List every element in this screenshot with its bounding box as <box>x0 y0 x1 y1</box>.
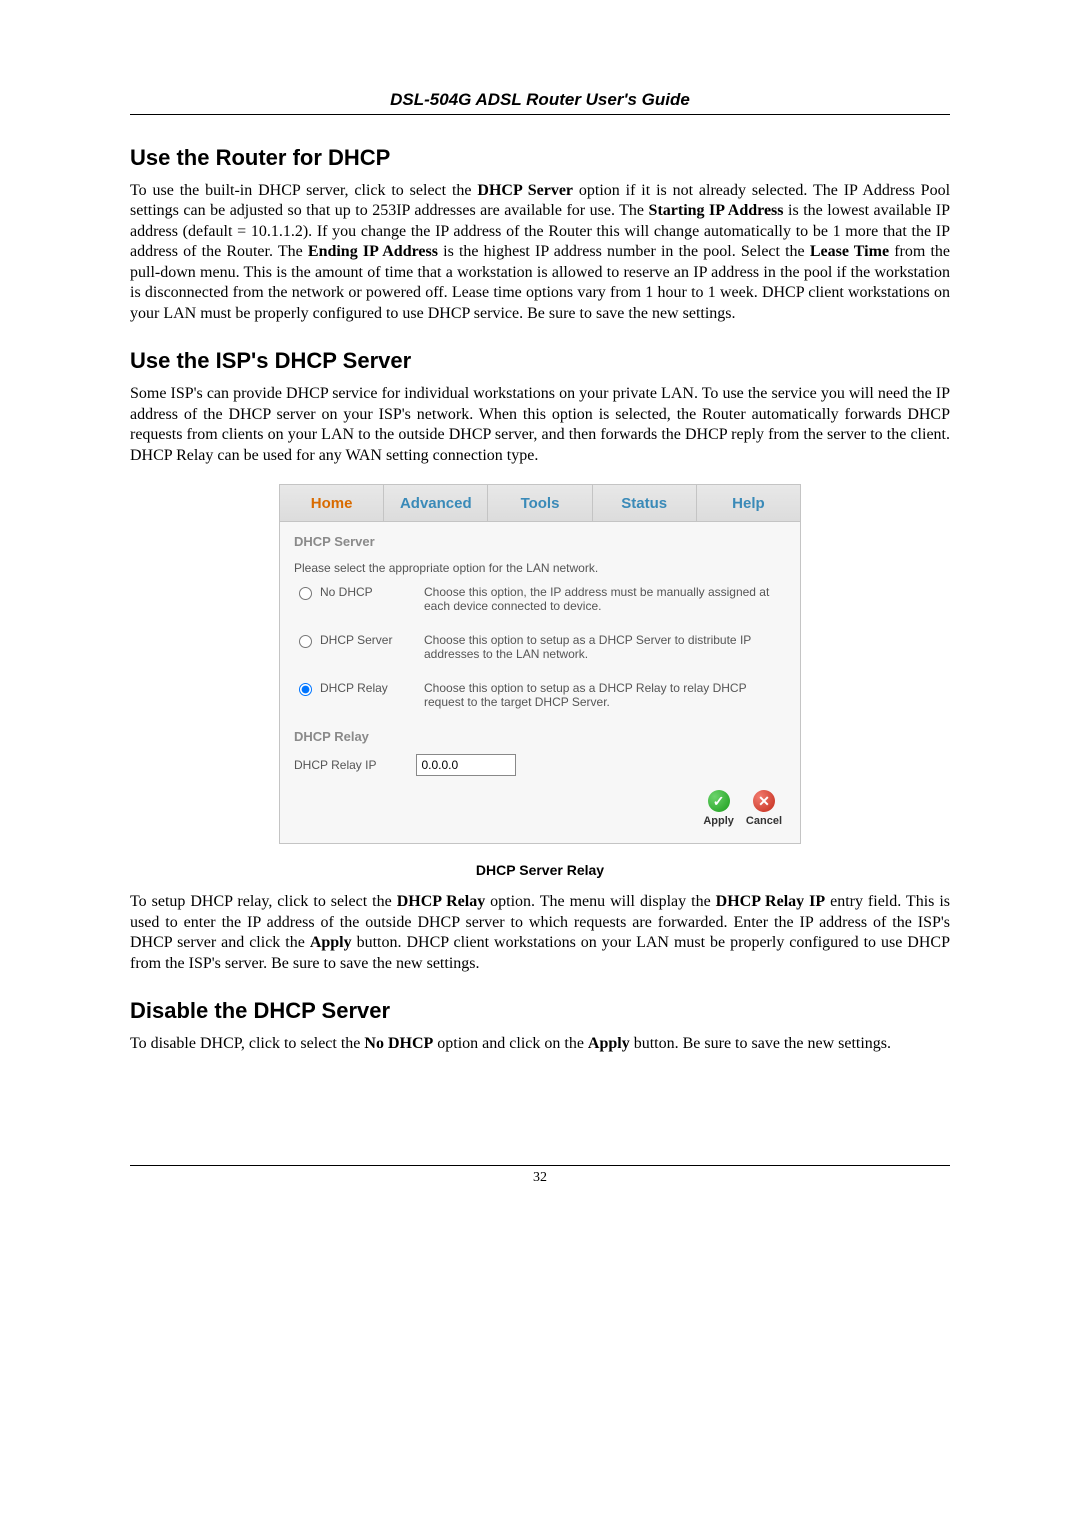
relay-section-heading: DHCP Relay <box>294 729 786 744</box>
paragraph-section4: To disable DHCP, click to select the No … <box>130 1034 950 1054</box>
label-dhcp-relay: DHCP Relay <box>320 681 388 695</box>
heading-use-isp-dhcp: Use the ISP's DHCP Server <box>130 348 950 374</box>
router-panel: Home Advanced Tools Status Help DHCP Ser… <box>279 484 801 844</box>
relay-ip-label: DHCP Relay IP <box>294 758 376 772</box>
bold-apply2: Apply <box>588 1035 630 1052</box>
radio-no-dhcp[interactable] <box>299 587 312 600</box>
cancel-button[interactable]: ✕ Cancel <box>746 790 782 827</box>
text: button. Be sure to save the new settings… <box>630 1035 891 1052</box>
panel-tabs: Home Advanced Tools Status Help <box>280 485 800 522</box>
label-no-dhcp: No DHCP <box>320 585 373 599</box>
panel-title: DHCP Server <box>294 534 786 549</box>
bold-lease-time: Lease Time <box>810 243 889 260</box>
figure-caption: DHCP Server Relay <box>130 862 950 878</box>
apply-label: Apply <box>703 815 734 827</box>
tab-advanced[interactable]: Advanced <box>384 485 488 521</box>
apply-button[interactable]: ✓ Apply <box>703 790 734 827</box>
panel-instruction: Please select the appropriate option for… <box>294 561 786 575</box>
tab-help[interactable]: Help <box>697 485 800 521</box>
relay-ip-row: DHCP Relay IP <box>294 754 786 776</box>
label-dhcp-server: DHCP Server <box>320 633 392 647</box>
page-header-title: DSL-504G ADSL Router User's Guide <box>130 90 950 110</box>
bold-no-dhcp: No DHCP <box>364 1035 433 1052</box>
paragraph-section2: Some ISP's can provide DHCP service for … <box>130 384 950 466</box>
bold-dhcp-server: DHCP Server <box>477 182 573 199</box>
desc-dhcp-relay: Choose this option to setup as a DHCP Re… <box>424 681 786 709</box>
heading-use-router-dhcp: Use the Router for DHCP <box>130 145 950 171</box>
desc-dhcp-server: Choose this option to setup as a DHCP Se… <box>424 633 786 661</box>
close-icon: ✕ <box>753 790 775 812</box>
panel-body: DHCP Server Please select the appropriat… <box>280 522 800 843</box>
bold-starting-ip: Starting IP Address <box>649 202 784 219</box>
tab-status[interactable]: Status <box>593 485 697 521</box>
tab-tools[interactable]: Tools <box>488 485 592 521</box>
text: is the highest IP address number in the … <box>438 243 810 260</box>
bold-apply: Apply <box>310 934 352 951</box>
tab-home[interactable]: Home <box>280 485 384 521</box>
bold-dhcp-relay: DHCP Relay <box>397 893 486 910</box>
desc-no-dhcp: Choose this option, the IP address must … <box>424 585 786 613</box>
paragraph-section1: To use the built-in DHCP server, click t… <box>130 181 950 324</box>
option-row-nodhcp: No DHCP Choose this option, the IP addre… <box>294 585 786 613</box>
page-number: 32 <box>130 1170 950 1186</box>
paragraph-section3: To setup DHCP relay, click to select the… <box>130 892 950 974</box>
panel-actions: ✓ Apply ✕ Cancel <box>294 790 786 827</box>
text: To disable DHCP, click to select the <box>130 1035 364 1052</box>
radio-dhcp-server[interactable] <box>299 635 312 648</box>
check-icon: ✓ <box>708 790 730 812</box>
header-divider <box>130 114 950 115</box>
relay-ip-input[interactable] <box>416 754 516 776</box>
heading-disable-dhcp: Disable the DHCP Server <box>130 998 950 1024</box>
radio-dhcp-relay[interactable] <box>299 683 312 696</box>
text: To use the built-in DHCP server, click t… <box>130 182 477 199</box>
cancel-label: Cancel <box>746 815 782 827</box>
option-row-relay: DHCP Relay Choose this option to setup a… <box>294 681 786 709</box>
text: option and click on the <box>433 1035 588 1052</box>
option-row-server: DHCP Server Choose this option to setup … <box>294 633 786 661</box>
text: option. The menu will display the <box>485 893 715 910</box>
text: To setup DHCP relay, click to select the <box>130 893 397 910</box>
bold-dhcp-relay-ip: DHCP Relay IP <box>716 893 825 910</box>
footer-divider <box>130 1165 950 1166</box>
bold-ending-ip: Ending IP Address <box>308 243 438 260</box>
